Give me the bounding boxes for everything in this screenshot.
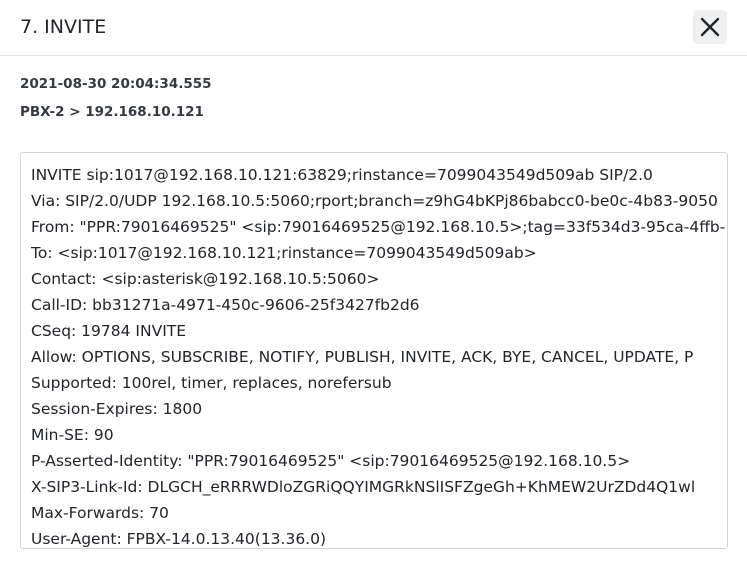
message-timestamp: 2021-08-30 20:04:34.555: [20, 76, 212, 92]
dialog-header: 7. INVITE: [0, 0, 747, 56]
close-icon: [700, 17, 720, 37]
sip-header-line: CSeq: 19784 INVITE: [31, 322, 187, 340]
sip-header-line: User-Agent: FPBX-14.0.13.40(13.36.0): [31, 530, 327, 548]
sip-header-line: To: <sip:1017@192.168.10.121;rinstance=7…: [31, 244, 537, 262]
message-route: PBX-2 > 192.168.10.121: [20, 104, 204, 120]
close-button[interactable]: [693, 10, 727, 44]
sip-header-line: Contact: <sip:asterisk@192.168.10.5:5060…: [31, 270, 380, 288]
sip-header-line: P-Asserted-Identity: "PPR:79016469525" <…: [31, 452, 631, 470]
sip-header-line: From: "PPR:79016469525" <sip:79016469525…: [31, 218, 726, 236]
dialog-title: 7. INVITE: [20, 16, 107, 38]
sip-header-line: Via: SIP/2.0/UDP 192.168.10.5:5060;rport…: [31, 192, 718, 210]
sip-header-line: Supported: 100rel, timer, replaces, nore…: [31, 374, 392, 392]
sip-header-line: Max-Forwards: 70: [31, 504, 169, 522]
sip-header-line: Min-SE: 90: [31, 426, 114, 444]
sip-header-line: Allow: OPTIONS, SUBSCRIBE, NOTIFY, PUBLI…: [31, 348, 694, 366]
sip-message-lines: INVITE sip:1017@192.168.10.121:63829;rin…: [31, 162, 726, 548]
sip-header-line: X-SIP3-Link-Id: DLGCH_eRRRWDloZGRiQQYIMG…: [31, 478, 696, 496]
sip-message-body[interactable]: INVITE sip:1017@192.168.10.121:63829;rin…: [20, 152, 728, 549]
sip-header-line: Session-Expires: 1800: [31, 400, 203, 418]
sip-header-line: INVITE sip:1017@192.168.10.121:63829;rin…: [31, 166, 653, 184]
sip-message-dialog: 7. INVITE 2021-08-30 20:04:34.555 PBX-2 …: [0, 0, 747, 568]
sip-header-line: Call-ID: bb31271a-4971-450c-9606-25f3427…: [31, 296, 420, 314]
